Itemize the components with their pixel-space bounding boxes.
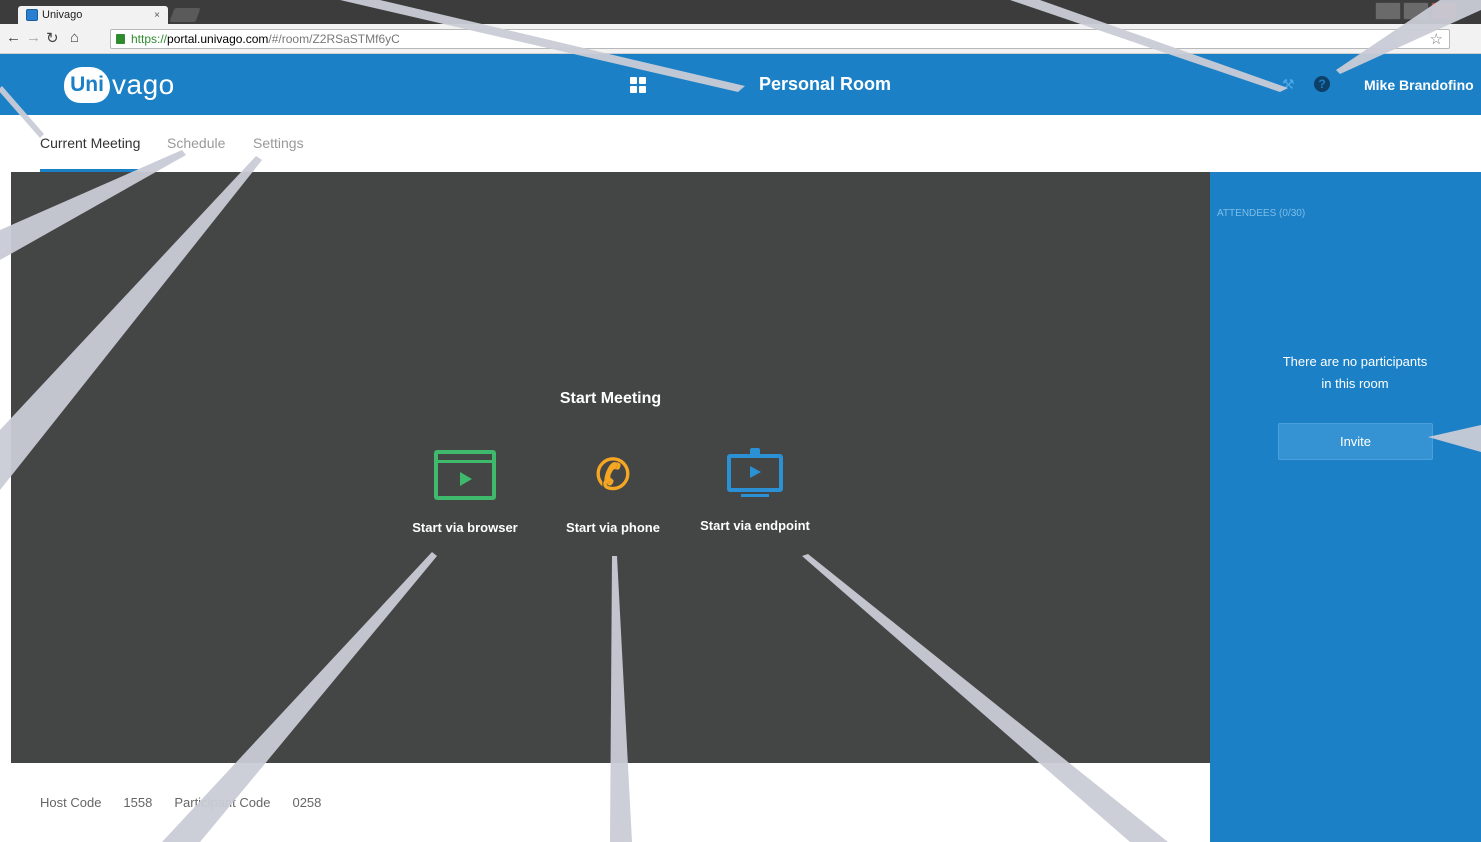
back-icon[interactable]: ← (6, 29, 21, 46)
start-via-endpoint-button[interactable]: Start via endpoint (695, 448, 815, 533)
url-host: portal.univago.com (167, 32, 269, 46)
tab-schedule[interactable]: Schedule (167, 135, 225, 151)
host-code-label: Host Code (40, 795, 102, 810)
attendees-title: ATTENDEES (0/30) (1217, 208, 1306, 219)
browser-tab-title: Univago (42, 9, 83, 21)
logo-text: vago (112, 69, 175, 100)
start-via-browser-label: Start via browser (412, 520, 518, 535)
url-path: /#/room/Z2RSaSTMf6yC (268, 32, 400, 46)
tab-current-meeting[interactable]: Current Meeting (40, 135, 140, 151)
help-icon[interactable]: ? (1314, 76, 1330, 92)
bookmark-star-icon[interactable]: ☆ (1430, 30, 1443, 48)
browser-tab[interactable]: Univago × (18, 6, 168, 24)
phone-icon: ✆ (595, 451, 631, 498)
start-via-browser-button[interactable]: Start via browser (405, 450, 525, 535)
close-tab-icon[interactable]: × (154, 10, 160, 21)
new-tab-button[interactable] (169, 8, 201, 22)
user-menu[interactable]: Mike Brandofino (1364, 77, 1474, 93)
close-window-icon[interactable] (1431, 2, 1457, 20)
nav-tabs: Current Meeting Schedule Settings (0, 115, 1481, 172)
browser-tabstrip: Univago × (0, 0, 1481, 24)
apps-grid-icon[interactable] (630, 77, 646, 93)
empty-msg-line2: in this room (1321, 376, 1389, 391)
invite-button[interactable]: Invite (1278, 423, 1433, 460)
app-header: Uni vago Personal Room ⚒ ? Mike Brandofi… (0, 54, 1481, 115)
minimize-icon[interactable] (1403, 2, 1429, 20)
empty-msg-line1: There are no participants (1282, 354, 1428, 369)
lock-icon (116, 34, 125, 44)
meeting-stage: Start Meeting Start via browser ✆ Start … (11, 172, 1210, 763)
no-participants-message: There are no participants in this room (1210, 351, 1481, 395)
meeting-codes: Host Code 1558 Participant Code 0258 (40, 795, 343, 810)
profile-icon[interactable] (1375, 2, 1401, 20)
participant-code-value: 0258 (292, 795, 322, 810)
reload-icon[interactable]: ↻ (46, 29, 59, 47)
screen: Univago × ← → ↻ ⌂ https://portal.univago… (0, 0, 1481, 842)
univago-logo[interactable]: Uni vago (64, 65, 175, 105)
start-via-phone-button[interactable]: ✆ Start via phone (558, 450, 668, 535)
start-meeting-title: Start Meeting (559, 390, 662, 407)
host-code-value: 1558 (123, 795, 153, 810)
address-bar[interactable]: https://portal.univago.com/#/room/Z2RSaS… (110, 29, 1450, 49)
page-title: Personal Room (759, 74, 892, 94)
start-via-phone-label: Start via phone (566, 520, 660, 535)
logo-cloud: Uni (64, 67, 110, 103)
tab-settings[interactable]: Settings (253, 135, 304, 151)
browser-toolbar: ← → ↻ ⌂ https://portal.univago.com/#/roo… (0, 24, 1481, 54)
attendees-sidebar: ATTENDEES (0/30) There are no participan… (1210, 172, 1481, 842)
browser-icon (434, 450, 496, 500)
participant-code-label: Participant Code (174, 795, 271, 810)
forward-icon[interactable]: → (26, 29, 41, 46)
endpoint-icon (727, 448, 783, 498)
home-icon[interactable]: ⌂ (70, 29, 79, 46)
favicon-icon (26, 9, 38, 21)
start-via-endpoint-label: Start via endpoint (700, 518, 810, 533)
tools-icon[interactable]: ⚒ (1282, 76, 1295, 93)
url-scheme: https:// (131, 32, 168, 46)
